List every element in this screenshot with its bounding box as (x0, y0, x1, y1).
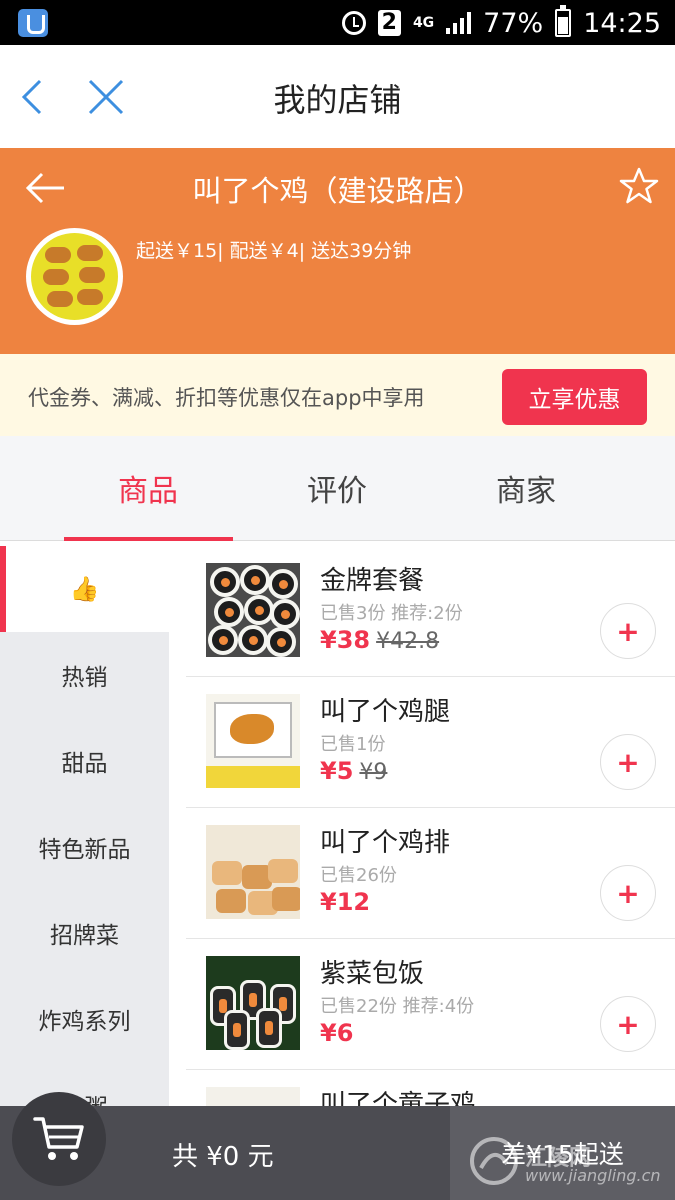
product-image (206, 563, 300, 657)
category-signature[interactable]: 招牌菜 (0, 890, 169, 976)
store-logo (26, 228, 123, 325)
nav-header: 我的店铺 (0, 45, 675, 148)
add-to-cart-button[interactable]: + (600, 603, 656, 659)
add-to-cart-button[interactable]: + (600, 996, 656, 1052)
product-image (206, 956, 300, 1050)
active-tab-indicator (64, 537, 233, 541)
product-original-price: ¥42.8 (376, 629, 440, 654)
product-name: 叫了个鸡排 (320, 828, 451, 858)
product-item[interactable]: 金牌套餐 已售3份 推荐:2份 ¥38 ¥42.8 + (186, 546, 675, 677)
cart-button[interactable] (12, 1092, 106, 1186)
product-price: ¥38 (320, 626, 371, 654)
page-title: 我的店铺 (273, 81, 402, 119)
product-image (206, 1087, 300, 1106)
product-name: 叫了个童子鸡 (320, 1090, 477, 1106)
category-recommended[interactable]: 👍 (0, 546, 169, 632)
watermark-url: www.jiangling.cn (525, 1166, 661, 1185)
promo-bar: 代金券、满减、折扣等优惠仅在app中享用 立享优惠 (0, 354, 675, 436)
tab-bar: 商品 评价 商家 (0, 436, 675, 541)
status-indicators: 2 4G 77% 14:25 (341, 5, 661, 40)
product-sales: 已售22份 推荐:4份 (320, 996, 475, 1017)
store-logo-image (31, 233, 118, 320)
product-price-row: ¥12 (320, 888, 370, 916)
product-sales: 已售3份 推荐:2份 (320, 603, 463, 624)
product-image (206, 694, 300, 788)
alarm-icon (341, 11, 366, 35)
product-price: ¥12 (320, 888, 371, 916)
product-sales: 已售1份 (320, 734, 386, 755)
add-to-cart-button[interactable]: + (600, 734, 656, 790)
product-name: 叫了个鸡腿 (320, 697, 451, 727)
product-price-row: ¥6 (320, 1019, 353, 1047)
cart-total: 共 ¥0 元 (172, 1142, 274, 1172)
product-name: 紫菜包饭 (320, 959, 425, 989)
sim-indicator: 2 (377, 10, 401, 36)
thumbs-up-icon: 👍 (69, 575, 100, 603)
product-original-price: ¥9 (359, 760, 388, 785)
store-name: 叫了个鸡（建设路店） (192, 174, 483, 208)
product-item[interactable]: 叫了个鸡腿 已售1份 ¥5 ¥9 + (186, 677, 675, 808)
store-header: 叫了个鸡（建设路店） 起送￥15| 配送￥4| 送达39分钟 (0, 148, 675, 354)
promo-text: 代金券、满减、折扣等优惠仅在app中享用 (28, 386, 425, 410)
product-price-row: ¥5 ¥9 (320, 757, 387, 785)
product-sales: 已售26份 (320, 865, 397, 886)
tab-reviews[interactable]: 评价 (252, 466, 422, 510)
store-delivery-info: 起送￥15| 配送￥4| 送达39分钟 (136, 240, 412, 262)
product-price: ¥5 (320, 757, 354, 785)
add-to-cart-button[interactable]: + (600, 865, 656, 921)
star-icon (619, 167, 659, 204)
cart-bar: 共 ¥0 元 差¥15起送 江陵网 www.jiangling.cn (0, 1092, 675, 1200)
network-type: 4G (412, 15, 435, 31)
watermark: 江陵网 www.jiangling.cn (467, 1134, 667, 1190)
shopping-cart-icon (33, 1117, 84, 1160)
watermark-logo-icon (470, 1137, 518, 1185)
clock: 14:25 (583, 7, 661, 39)
product-item[interactable]: 紫菜包饭 已售22份 推荐:4份 ¥6 + (186, 939, 675, 1070)
category-fried-chicken[interactable]: 炸鸡系列 (0, 976, 169, 1062)
product-price-row: ¥38 ¥42.8 (320, 626, 439, 654)
category-new[interactable]: 特色新品 (0, 804, 169, 890)
battery-icon (555, 5, 572, 37)
product-list: 金牌套餐 已售3份 推荐:2份 ¥38 ¥42.8 + 叫了个鸡腿 已售1份 ¥5… (186, 546, 675, 1106)
favorite-button[interactable] (619, 166, 659, 206)
battery-percent: 77% (483, 7, 544, 39)
category-sidebar: 👍 热销 甜品 特色新品 招牌菜 炸鸡系列 小粥 (0, 546, 169, 1121)
product-name: 金牌套餐 (320, 566, 425, 596)
product-item[interactable]: 叫了个童子鸡 (186, 1070, 675, 1106)
tab-merchant[interactable]: 商家 (441, 466, 611, 510)
status-bar: 2 4G 77% 14:25 (0, 0, 675, 45)
product-item[interactable]: 叫了个鸡排 已售26份 ¥12 + (186, 808, 675, 939)
signal-icon (446, 12, 472, 34)
category-dessert[interactable]: 甜品 (0, 718, 169, 804)
tab-products[interactable]: 商品 (63, 466, 233, 510)
product-price: ¥6 (320, 1019, 354, 1047)
category-hot[interactable]: 热销 (0, 632, 169, 718)
product-image (206, 825, 300, 919)
app-notification-icon (18, 9, 48, 37)
claim-discount-button[interactable]: 立享优惠 (502, 369, 647, 425)
